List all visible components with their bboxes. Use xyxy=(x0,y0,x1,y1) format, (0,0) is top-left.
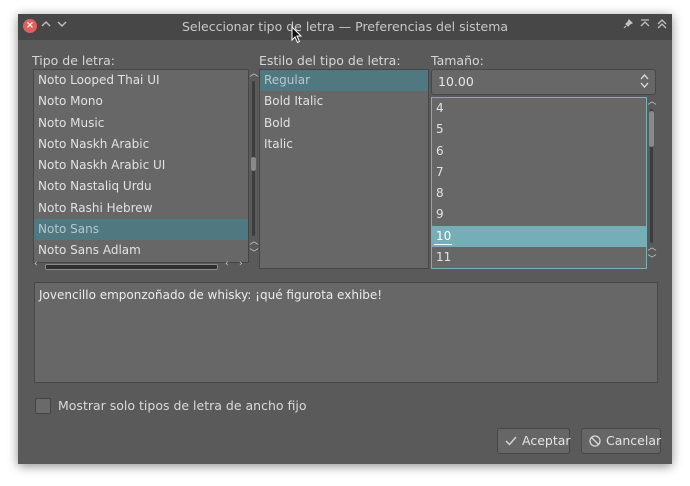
list-item[interactable]: Noto Naskh Arabic UI xyxy=(34,155,248,176)
font-family-label: Tipo de letra: xyxy=(32,53,115,68)
preview-text[interactable]: Jovencillo emponzoñado de whisky: ¡qué f… xyxy=(39,288,382,302)
list-item[interactable]: Noto Naskh Arabic xyxy=(34,134,248,155)
list-item[interactable]: Noto Looped Thai UI xyxy=(34,70,248,91)
scroll-left-icon[interactable]: ‹ xyxy=(225,259,229,269)
list-item-label: 10 xyxy=(436,228,452,243)
list-item[interactable]: Noto Sans Adlam xyxy=(34,240,248,261)
scroll-down-icon[interactable]: ﹀ xyxy=(249,249,259,259)
titlebar[interactable]: × Seleccionar tipo de letra — Preferenci… xyxy=(18,14,672,40)
font-family-hscrollbar[interactable]: ‹ ‹ › xyxy=(33,259,259,271)
font-size-vscrollbar[interactable]: ︿ ︿ ﹀ xyxy=(647,97,657,267)
accept-button-label: Aceptar xyxy=(522,433,571,448)
font-style-label: Estilo del tipo de letra: xyxy=(259,53,401,68)
scroll-up-icon[interactable]: ︿ xyxy=(249,237,259,247)
list-item[interactable]: 11 xyxy=(432,247,646,268)
cancel-button-label: Cancelar xyxy=(606,433,662,448)
font-family-list[interactable]: Noto Looped Thai UI Noto Mono Noto Music… xyxy=(33,69,249,263)
accept-button[interactable]: Aceptar xyxy=(497,428,571,455)
list-item[interactable]: 4 xyxy=(432,98,646,119)
list-item[interactable]: Noto Rashi Hebrew xyxy=(34,198,248,219)
keep-below-icon[interactable] xyxy=(657,19,667,33)
scroll-up-icon[interactable]: ︿ xyxy=(249,69,259,79)
scrollbar-thumb[interactable] xyxy=(649,111,654,147)
window-title: Seleccionar tipo de letra — Preferencias… xyxy=(181,19,509,34)
scroll-up-icon[interactable]: ︿ xyxy=(647,243,657,253)
scrollbar-thumb[interactable] xyxy=(45,264,218,270)
font-size-list[interactable]: 4 5 6 7 8 9 10 11 xyxy=(431,97,647,269)
pin-icon[interactable] xyxy=(623,18,634,33)
scroll-left-icon[interactable]: ‹ xyxy=(34,259,38,269)
list-item[interactable]: 7 xyxy=(432,162,646,183)
font-preview-area[interactable]: Jovencillo emponzoñado de whisky: ¡qué f… xyxy=(34,282,658,383)
font-size-value[interactable]: 10.00 xyxy=(438,74,474,89)
list-item[interactable]: Bold Italic xyxy=(260,91,428,112)
list-item[interactable]: Italic xyxy=(260,134,428,155)
font-style-list[interactable]: Regular Bold Italic Bold Italic xyxy=(259,69,429,269)
list-item[interactable]: Noto Music xyxy=(34,113,248,134)
scroll-down-icon[interactable]: ﹀ xyxy=(647,255,657,265)
list-item[interactable]: 5 xyxy=(432,119,646,140)
list-item[interactable]: 9 xyxy=(432,204,646,225)
fixed-width-checkbox[interactable] xyxy=(35,398,51,414)
scroll-right-icon[interactable]: › xyxy=(239,259,243,269)
font-family-vscrollbar[interactable]: ︿ ︿ ﹀ xyxy=(249,69,259,261)
list-item-selected[interactable]: 10 xyxy=(432,225,646,248)
keep-above-icon[interactable] xyxy=(640,19,650,33)
font-dialog-window: × Seleccionar tipo de letra — Preferenci… xyxy=(18,14,672,464)
scroll-up-icon[interactable]: ︿ xyxy=(647,97,657,107)
cancel-button[interactable]: Cancelar xyxy=(581,428,661,454)
cancel-icon xyxy=(589,429,601,455)
checkmark-icon xyxy=(505,429,517,455)
list-item-selected[interactable]: Noto Sans xyxy=(34,219,248,241)
fixed-width-label[interactable]: Mostrar solo tipos de letra de ancho fij… xyxy=(58,398,306,413)
list-item-selected[interactable]: Regular xyxy=(260,70,428,92)
scrollbar-thumb[interactable] xyxy=(251,157,256,171)
list-item[interactable]: Bold xyxy=(260,113,428,134)
font-size-spinbox[interactable]: 10.00 xyxy=(431,69,656,95)
list-item[interactable]: Noto Nastaliq Urdu xyxy=(34,176,248,197)
list-item[interactable]: 8 xyxy=(432,183,646,204)
list-item[interactable]: 6 xyxy=(432,141,646,162)
font-size-label: Tamaño: xyxy=(431,53,484,68)
spin-up-down-icon[interactable] xyxy=(640,71,649,94)
mouse-cursor-icon xyxy=(291,26,303,44)
list-item[interactable]: Noto Mono xyxy=(34,91,248,112)
